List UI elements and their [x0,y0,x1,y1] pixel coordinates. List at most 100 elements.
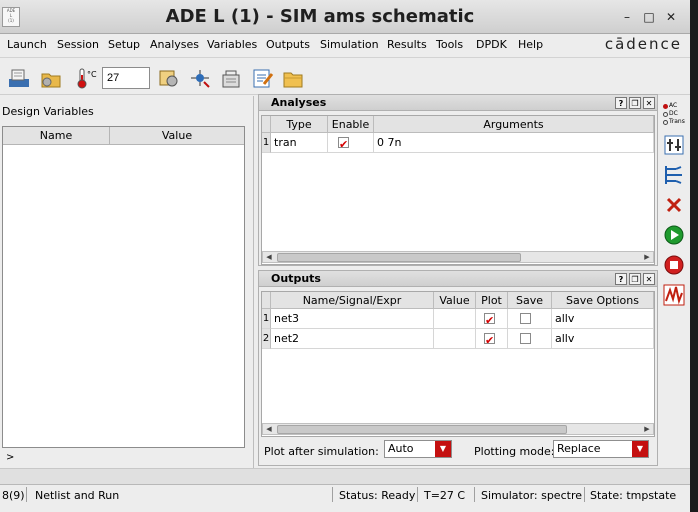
menu-dpdk[interactable]: DPDK [476,38,507,51]
output-save-options-cell[interactable]: allv [552,309,654,329]
stop-simulation-icon[interactable] [663,254,685,276]
restore-icon[interactable]: ❐ [629,273,641,285]
menu-tools[interactable]: Tools [436,38,463,51]
status-ready: Status: Ready [339,489,416,502]
edit-variables-icon[interactable] [252,67,274,89]
menu-outputs[interactable]: Outputs [266,38,310,51]
menu-help[interactable]: Help [518,38,543,51]
plot-checkbox[interactable] [484,331,495,350]
save-state-icon[interactable] [40,67,62,89]
scroll-right-icon[interactable]: ▶ [641,424,653,434]
analysis-arguments-cell[interactable]: 0 7n [374,133,654,153]
column-header-value[interactable]: Value [434,292,476,309]
analysis-enable-cell[interactable] [328,133,374,154]
outputs-horizontal-scrollbar[interactable]: ◀ ▶ [262,423,654,435]
menu-session[interactable]: Session [57,38,99,51]
column-header-save-options[interactable]: Save Options [552,292,654,309]
select-on-schematic-icon[interactable] [189,67,211,89]
plot-outputs-icon[interactable] [663,284,685,306]
scroll-right-icon[interactable]: ▶ [641,252,653,262]
choose-analyses-icon[interactable]: AC DC Trans [663,102,685,130]
menu-launch[interactable]: Launch [7,38,47,51]
status-simulator: Simulator: spectre [481,489,582,502]
edit-variables-icon[interactable] [663,134,685,156]
close-icon[interactable]: ✕ [664,10,678,24]
save-checkbox[interactable] [520,313,531,324]
load-state-icon[interactable] [282,67,304,89]
plot-checkbox[interactable] [484,311,495,330]
output-save-cell[interactable] [508,329,552,349]
design-variables-table[interactable]: Name Value [2,126,245,448]
netlist-icon[interactable] [220,67,242,89]
window-edge [690,0,698,512]
output-value-cell[interactable] [434,329,476,349]
chevron-down-icon[interactable]: ▼ [435,441,451,457]
outputs-panel: Outputs ? ❐ ✕ Name/Signal/Expr Value Plo… [258,270,658,466]
restore-icon[interactable]: ❐ [629,97,641,109]
delete-icon[interactable] [663,194,685,216]
plotting-mode-value: Replace [557,442,601,455]
netlist-and-run-icon[interactable] [663,224,685,246]
close-panel-icon[interactable]: ✕ [643,97,655,109]
setup-icon[interactable] [158,67,180,89]
menu-variables[interactable]: Variables [207,38,257,51]
output-name-cell[interactable]: net3 [271,309,434,329]
menu-setup[interactable]: Setup [108,38,140,51]
scrollbar-thumb[interactable] [277,425,567,434]
column-header-name[interactable]: Name [3,127,110,145]
setup-outputs-icon[interactable] [663,164,685,186]
history-counter: 8(9) [2,489,25,502]
analyses-horizontal-scrollbar[interactable]: ◀ ▶ [262,251,654,263]
menu-analyses[interactable]: Analyses [150,38,199,51]
menu-simulation[interactable]: Simulation [320,38,379,51]
enable-checkbox[interactable] [338,135,349,154]
chevron-down-icon[interactable]: ▼ [632,441,648,457]
output-save-options-cell[interactable]: allv [552,329,654,349]
title-bar[interactable]: ADE L (1) ADE L (1) - SIM ams schematic – … [0,0,690,34]
close-panel-icon[interactable]: ✕ [643,273,655,285]
help-icon[interactable]: ? [615,97,627,109]
column-header-value[interactable]: Value [110,127,244,145]
outputs-table[interactable]: Name/Signal/Expr Value Plot Save Save Op… [261,291,655,437]
scroll-left-icon[interactable]: ◀ [263,424,275,434]
row-number: 1 [262,133,271,153]
column-header-type[interactable]: Type [271,116,328,133]
temperature-input[interactable] [102,67,150,89]
expand-marker[interactable]: > [6,452,14,463]
plotting-mode-label: Plotting mode: [474,445,555,458]
menu-results[interactable]: Results [387,38,427,51]
row-number: 2 [262,329,271,349]
status-bar: 8(9) Netlist and Run Status: Ready T=27 … [0,484,690,504]
column-header-plot[interactable]: Plot [476,292,508,309]
maximize-icon[interactable]: □ [642,10,656,24]
help-icon[interactable]: ? [615,273,627,285]
bottom-scroll-area [0,468,690,484]
output-save-cell[interactable] [508,309,552,329]
status-state: State: tmpstate [590,489,677,502]
analyses-panel: Analyses ? ❐ ✕ Type Enable Arguments 1 t… [258,94,658,266]
column-header-enable[interactable]: Enable [328,116,374,133]
output-plot-cell[interactable] [476,329,508,350]
analysis-type-cell[interactable]: tran [271,133,328,153]
temperature-icon[interactable]: °C [76,67,100,89]
plot-after-simulation-label: Plot after simulation: [264,445,379,458]
save-checkbox[interactable] [520,333,531,344]
plot-after-simulation-combo[interactable]: Auto ▼ [384,440,452,458]
analysis-label-dc: DC [669,110,678,117]
open-state-icon[interactable] [8,67,30,89]
scrollbar-thumb[interactable] [277,253,521,262]
status-separator [26,487,27,502]
column-header-name-signal-expr[interactable]: Name/Signal/Expr [271,292,434,309]
output-name-cell[interactable]: net2 [271,329,434,349]
output-value-cell[interactable] [434,309,476,329]
outputs-title: Outputs [259,271,657,287]
column-header-arguments[interactable]: Arguments [374,116,654,133]
scroll-left-icon[interactable]: ◀ [263,252,275,262]
analyses-table[interactable]: Type Enable Arguments 1 tran 0 7n ◀ ▶ [261,115,655,265]
plotting-mode-combo[interactable]: Replace ▼ [553,440,649,458]
cadence-logo: cādence [604,35,682,53]
column-header-save[interactable]: Save [508,292,552,309]
minimize-icon[interactable]: – [620,10,634,24]
output-plot-cell[interactable] [476,309,508,330]
main-toolbar: °C [0,57,690,95]
